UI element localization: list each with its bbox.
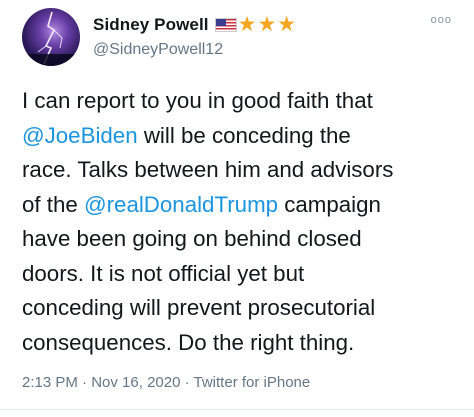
mention-link-realdonaldtrump[interactable]: @realDonaldTrump (84, 192, 278, 217)
meta-separator: · (180, 374, 194, 391)
author-display-name[interactable]: Sidney Powell (93, 15, 209, 35)
star-icon: ★ (257, 13, 277, 36)
tweet-text-segment: of the (22, 191, 84, 217)
tweet-text-line: consequences. Do the right thing. (22, 329, 355, 355)
author-name-row: Sidney Powell ★ ★ ★ (93, 14, 296, 36)
author-handle[interactable]: @SidneyPowell12 (93, 41, 223, 59)
star-icon: ★ (277, 13, 297, 36)
tweet-date[interactable]: Nov 16, 2020 (91, 374, 180, 391)
tweet-text-line: of the @realDonaldTrump campaign (22, 188, 458, 223)
tweet-text-segment: campaign (278, 191, 381, 217)
star-icon: ★ (237, 13, 257, 36)
meta-separator: · (77, 374, 92, 391)
lightning-bolt-icon (22, 11, 80, 66)
tweet-card: Sidney Powell ★ ★ ★ @SidneyPowell12 ooo … (0, 0, 474, 417)
tweet-text: I can report to you in good faith that @… (22, 84, 458, 360)
divider (0, 409, 474, 410)
tweet-metadata: 2:13 PM · Nov 16, 2020 · Twitter for iPh… (22, 374, 310, 391)
tweet-text-line: have been going on behind closed (22, 226, 362, 251)
tweet-text-line: race. Talks between him and advisors (22, 157, 394, 182)
tweet-text-segment: will be conceding the (137, 122, 351, 148)
us-flag-icon (214, 18, 237, 32)
tweet-text-line: conceding will prevent prosecutorial (22, 295, 376, 320)
tweet-source[interactable]: Twitter for iPhone (194, 374, 311, 391)
tweet-text-line: doors. It is not official yet but (22, 260, 305, 286)
avatar[interactable] (22, 8, 80, 66)
tweet-time[interactable]: 2:13 PM (22, 374, 78, 391)
more-options-icon[interactable]: ooo (431, 14, 452, 26)
mention-link-joebiden[interactable]: @JoeBiden (22, 123, 138, 148)
tweet-text-line: @JoeBiden will be conceding the (22, 119, 458, 154)
tweet-text-line: I can report to you in good faith that (22, 88, 373, 113)
